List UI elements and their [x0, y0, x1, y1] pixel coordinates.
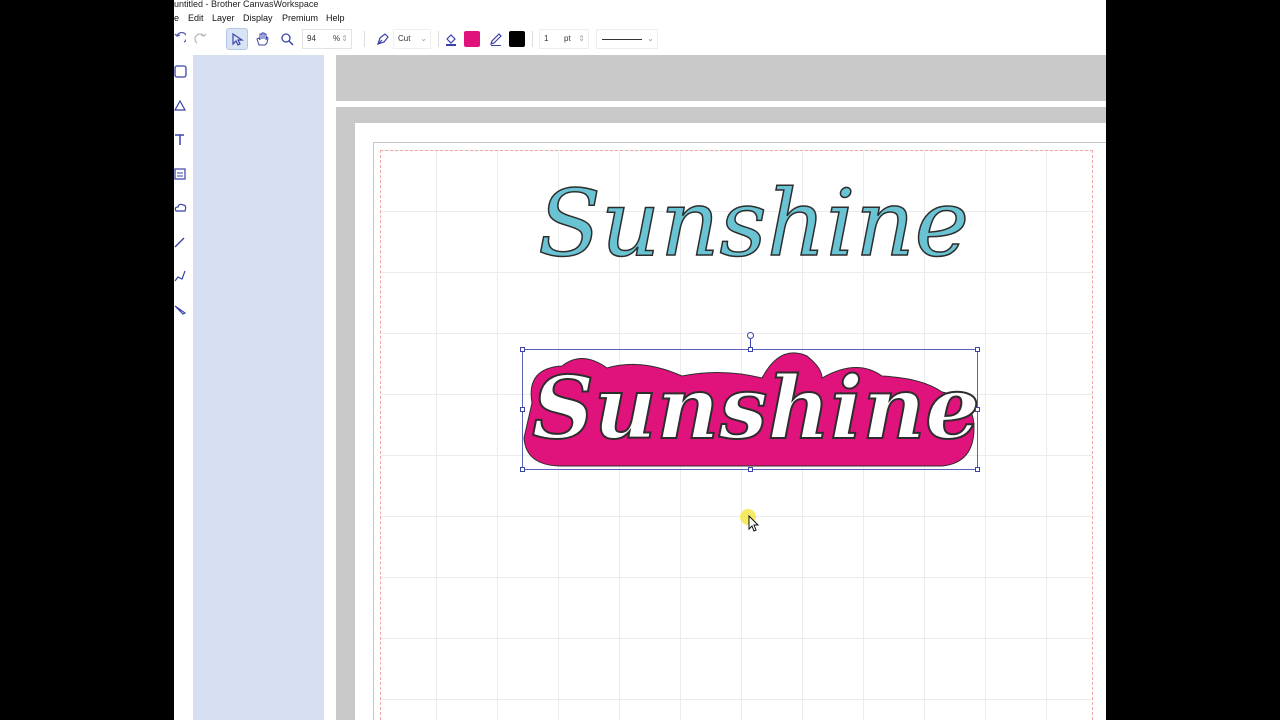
toolbar-divider	[438, 31, 439, 47]
menu-bar: e Edit Layer Display Premium Help	[174, 10, 1106, 26]
menu-edit[interactable]: Edit	[188, 10, 204, 26]
app-window: untitled - Brother CanvasWorkspace e Edi…	[174, 0, 1106, 720]
toolbar-divider	[532, 31, 533, 47]
text-tool-icon[interactable]	[174, 133, 188, 147]
shapes-tool-icon[interactable]	[174, 99, 188, 113]
resize-handle-s[interactable]	[748, 467, 753, 472]
left-toolbar	[174, 55, 192, 720]
zoom-tool-icon[interactable]	[277, 28, 297, 50]
toolbar: 94 % ⇕ Cut ⌄ 1 pt ⇕ ⌄	[174, 27, 1106, 52]
ruler-band	[336, 101, 1106, 107]
resize-handle-nw[interactable]	[520, 347, 525, 352]
line-color-pen-icon[interactable]	[487, 28, 505, 50]
zoom-spinner-icon[interactable]: ⇕	[341, 30, 348, 48]
pen-tool-icon[interactable]	[373, 28, 393, 50]
line-width-field[interactable]: 1 pt ⇕	[539, 29, 589, 49]
menu-premium[interactable]: Premium	[282, 10, 318, 26]
zoom-level-field[interactable]: 94 % ⇕	[302, 29, 352, 49]
zoom-value: 94	[307, 34, 316, 43]
resize-handle-ne[interactable]	[975, 347, 980, 352]
resize-handle-sw[interactable]	[520, 467, 525, 472]
side-panel	[193, 55, 324, 720]
image-tool-icon[interactable]	[174, 65, 188, 79]
rotate-handle[interactable]	[747, 332, 754, 339]
menu-help[interactable]: Help	[326, 10, 345, 26]
knife-tool-icon[interactable]	[174, 303, 188, 317]
cloud-tool-icon[interactable]	[174, 201, 188, 215]
sunshine-text-object[interactable]: Sunshine	[537, 169, 970, 278]
line-style-preview	[602, 39, 642, 40]
redo-icon[interactable]	[194, 28, 208, 50]
menu-layer[interactable]: Layer	[212, 10, 235, 26]
mouse-pointer-icon	[740, 509, 760, 532]
resize-handle-e[interactable]	[975, 407, 980, 412]
selection-box	[522, 349, 978, 470]
line-tool-icon[interactable]	[174, 235, 188, 249]
line-color-swatch[interactable]	[509, 31, 525, 47]
fill-bucket-icon[interactable]	[442, 28, 460, 50]
line-style-select[interactable]: ⌄	[596, 29, 658, 49]
rotate-handle-stem	[750, 338, 751, 348]
select-tool-icon[interactable]	[226, 28, 248, 50]
line-width-spinner-icon[interactable]: ⇕	[578, 30, 585, 48]
zoom-unit: %	[333, 34, 341, 43]
chevron-down-icon: ⌄	[647, 34, 654, 43]
line-type-select[interactable]: Cut ⌄	[393, 29, 431, 49]
toolbar-divider	[364, 31, 365, 47]
chevron-down-icon: ⌄	[420, 34, 427, 43]
panel-divider[interactable]	[324, 55, 336, 720]
fill-color-swatch[interactable]	[464, 31, 480, 47]
pattern-tool-icon[interactable]	[174, 167, 188, 181]
line-width-value: 1	[544, 34, 549, 43]
window-title: untitled - Brother CanvasWorkspace	[174, 0, 319, 9]
line-width-unit: pt	[564, 34, 571, 43]
resize-handle-w[interactable]	[520, 407, 525, 412]
resize-handle-se[interactable]	[975, 467, 980, 472]
edit-points-icon[interactable]	[174, 269, 188, 283]
hand-tool-icon[interactable]	[252, 28, 272, 50]
undo-icon[interactable]	[174, 28, 186, 50]
menu-file[interactable]: e	[174, 10, 179, 26]
menu-display[interactable]: Display	[243, 10, 273, 26]
line-type-value: Cut	[398, 34, 411, 43]
